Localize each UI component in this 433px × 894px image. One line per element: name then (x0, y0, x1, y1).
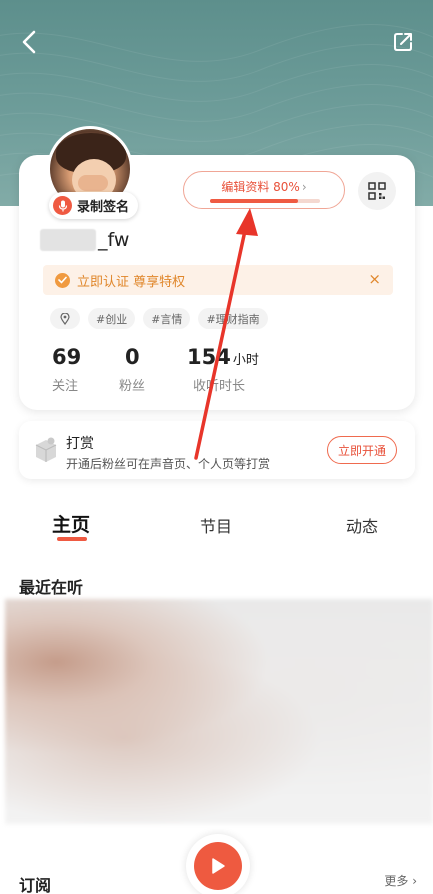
stat-value: 154 (187, 345, 231, 369)
reward-description: 开通后粉丝可在声音页、个人页等打赏 (66, 457, 271, 471)
play-button[interactable] (186, 834, 250, 894)
reward-title: 打赏 (66, 436, 94, 452)
recent-listening-blurred (5, 599, 433, 824)
subscribe-title: 订阅 (19, 876, 52, 894)
qr-code-button[interactable] (358, 172, 396, 210)
chevron-right-icon: › (301, 180, 307, 194)
edit-profile-button[interactable]: 编辑资料 80% › (183, 171, 345, 209)
tab-programs[interactable]: 节目 (200, 513, 232, 537)
verify-text: 立即认证 尊享特权 (77, 274, 186, 290)
tab-home[interactable]: 主页 (52, 510, 90, 537)
play-icon (212, 858, 225, 874)
chevron-left-icon (22, 30, 36, 54)
reward-card: 打赏 开通后粉丝可在声音页、个人页等打赏 立即开通 (19, 421, 415, 479)
gift-icon (35, 437, 57, 462)
location-tag[interactable] (50, 308, 80, 329)
recent-listening-title: 最近在听 (19, 578, 84, 597)
stat-following[interactable]: 69 关注 (52, 345, 81, 394)
verify-banner[interactable]: 立即认证 尊享特权 × (43, 265, 393, 295)
close-icon[interactable]: × (368, 270, 381, 288)
stat-listen-time[interactable]: 154 小时 收听时长 (187, 345, 259, 394)
username: _fw (40, 228, 129, 252)
location-pin-icon (60, 312, 70, 325)
open-reward-button[interactable]: 立即开通 (327, 436, 397, 464)
chevron-right-icon: › (412, 874, 417, 888)
tab-indicator (57, 537, 87, 541)
more-label: 更多 (384, 874, 409, 888)
profile-progress-bar (210, 199, 320, 203)
tag-list: #创业 #言情 #理财指南 (50, 308, 268, 329)
stat-followers[interactable]: 0 粉丝 (119, 345, 145, 394)
stat-value: 69 (52, 345, 82, 369)
share-button[interactable] (389, 28, 417, 56)
stat-value: 0 (125, 345, 140, 369)
stat-unit: 小时 (232, 353, 259, 368)
microphone-icon (53, 196, 72, 215)
username-text: _fw (98, 229, 130, 251)
qr-code-icon (368, 182, 386, 200)
verified-badge-icon (55, 272, 70, 288)
record-signature-button[interactable]: 录制签名 (49, 192, 139, 219)
stat-label: 粉丝 (119, 379, 146, 394)
tab-activity[interactable]: 动态 (346, 513, 378, 537)
back-button[interactable] (14, 26, 46, 58)
tag-item[interactable]: #创业 (88, 308, 136, 329)
stat-label: 收听时长 (193, 379, 246, 394)
subscribe-more-link[interactable]: 更多 › (384, 872, 417, 889)
username-redacted (40, 229, 96, 251)
stat-label: 关注 (52, 379, 79, 394)
edit-profile-label: 编辑资料 80% (221, 180, 300, 194)
share-out-icon (394, 33, 412, 51)
tag-item[interactable]: #理财指南 (198, 308, 268, 329)
tag-item[interactable]: #言情 (143, 308, 191, 329)
record-signature-label: 录制签名 (77, 200, 130, 215)
profile-progress-fill (210, 199, 298, 203)
